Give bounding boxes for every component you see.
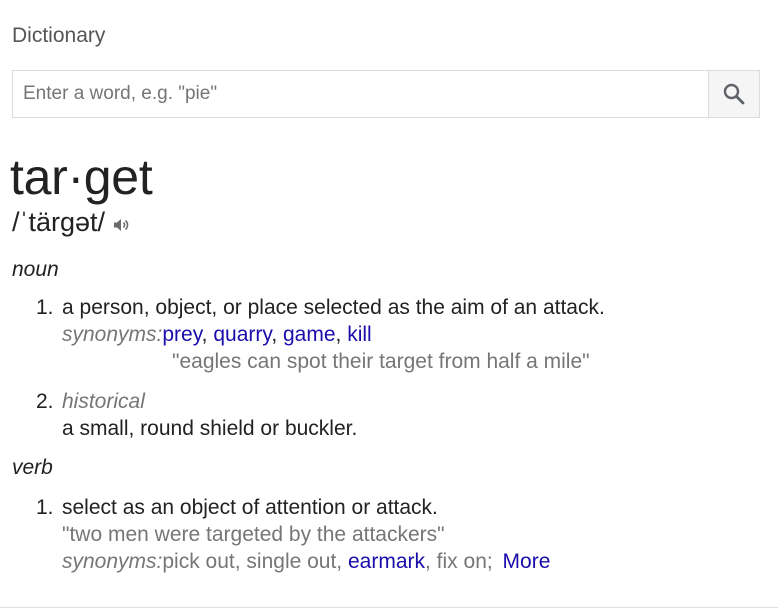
synonyms-label: synonyms: xyxy=(62,323,163,346)
example: "eagles can spot their target from half … xyxy=(172,350,590,373)
separator: , xyxy=(271,323,283,346)
synonyms-row: synonyms:pick out, single out, earmark, … xyxy=(62,550,550,574)
search-icon xyxy=(723,83,745,105)
phonetic-text: /ˈtärɡət/ xyxy=(12,207,106,237)
sense-number: 1. xyxy=(36,496,54,519)
page-title: Dictionary xyxy=(12,24,106,47)
synonym-link[interactable]: game xyxy=(283,323,336,346)
synonyms-row: synonyms:prey, quarry, game, kill xyxy=(62,323,372,347)
separator: , xyxy=(201,323,214,346)
sense-number: 1. xyxy=(36,296,54,319)
synonym-link[interactable]: kill xyxy=(347,323,372,346)
synonym-link[interactable]: quarry xyxy=(213,323,271,346)
search-bar xyxy=(12,70,760,118)
synonym-link[interactable]: earmark xyxy=(348,550,425,573)
divider xyxy=(0,607,778,608)
synonym-text: , fix on; xyxy=(425,550,499,573)
sense-number: 2. xyxy=(36,390,54,413)
separator: , xyxy=(335,323,348,346)
more-link[interactable]: More xyxy=(503,550,551,573)
part-of-speech-noun: noun xyxy=(12,258,59,281)
pronunciation: /ˈtärɡət/ xyxy=(12,207,131,238)
search-input[interactable] xyxy=(13,71,708,117)
definition: a small, round shield or buckler. xyxy=(62,417,358,440)
part-of-speech-verb: verb xyxy=(12,456,53,479)
speaker-icon[interactable] xyxy=(111,211,131,242)
search-button[interactable] xyxy=(708,71,759,117)
example: "two men were targeted by the attackers" xyxy=(62,523,445,546)
headword: tar·get xyxy=(10,149,153,205)
synonym-text: pick out, single out, xyxy=(162,550,348,573)
synonym-link[interactable]: prey xyxy=(162,323,201,346)
register-label: historical xyxy=(62,390,145,413)
definition: select as an object of attention or atta… xyxy=(62,496,438,519)
definition: a person, object, or place selected as t… xyxy=(62,296,605,319)
synonyms-label: synonyms: xyxy=(62,550,163,573)
